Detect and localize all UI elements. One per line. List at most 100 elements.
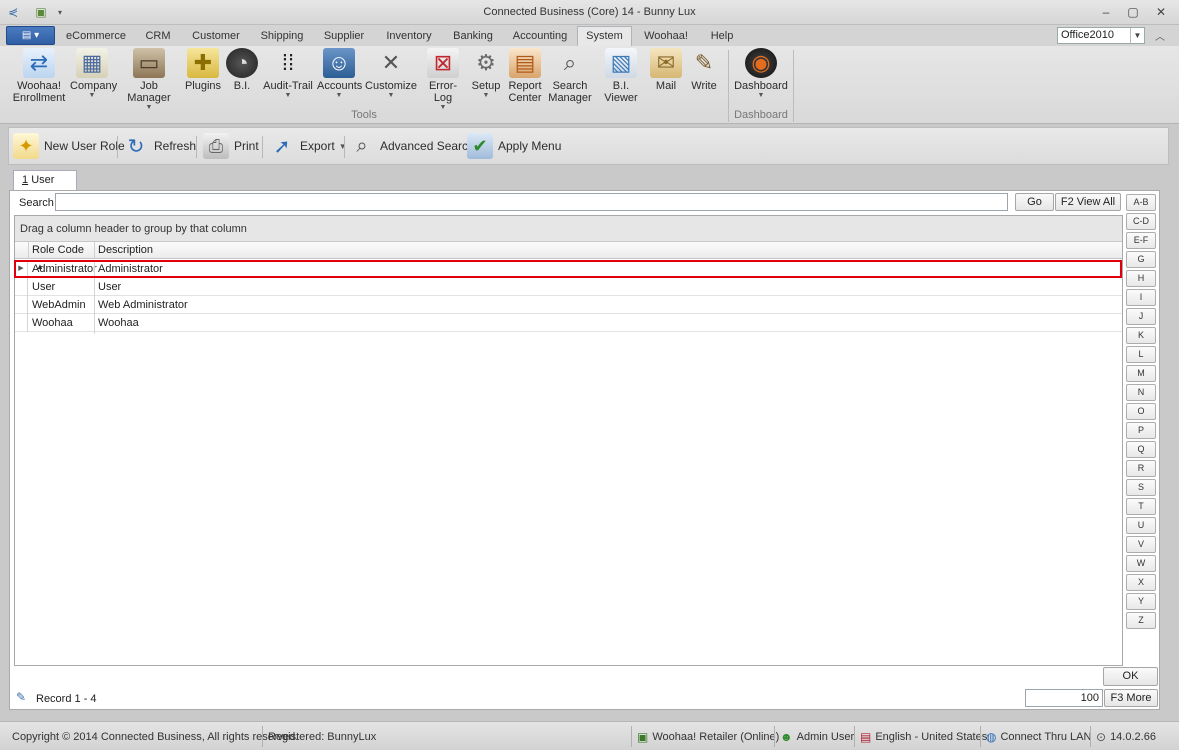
alpha-filter-button[interactable]: G [1126,251,1156,268]
table-row[interactable]: Woohaa Woohaa [15,314,1122,332]
apply-menu-button[interactable]: ✔ Apply Menu [467,131,561,161]
woohaa-enrollment-button[interactable]: ⇄ Woohaa! Enrollment [8,48,70,104]
tab-woohaa[interactable]: Woohaa! [638,28,694,46]
audit-trail-button[interactable]: ⁞⁞ Audit-Trail ▼ [262,48,314,100]
tab-ecommerce[interactable]: eCommerce [62,28,130,46]
tab-customer[interactable]: Customer [186,28,246,46]
group-label-dashboard: Dashboard [734,109,788,121]
toolbar-separator [344,136,345,158]
tab-accelerator: 1 [22,174,29,186]
alpha-filter-button[interactable]: A-B [1126,194,1156,211]
record-limit-input[interactable]: 100 [1025,689,1103,707]
alpha-filter-button[interactable]: P [1126,422,1156,439]
application-menu-button[interactable]: ▤ ▾ [6,26,55,45]
alpha-filter-button[interactable]: T [1126,498,1156,515]
minimize-icon[interactable]: – [1095,4,1117,20]
tab-inventory[interactable]: Inventory [378,28,440,46]
search-input[interactable] [55,193,1008,211]
go-button[interactable]: Go [1015,193,1054,211]
bi-viewer-button[interactable]: ▧ B.I. Viewer [597,48,645,104]
alpha-filter-button[interactable]: R [1126,460,1156,477]
edition-status[interactable]: ▣ Woohaa! Retailer (Online) [637,728,779,746]
table-row[interactable]: WebAdmin Web Administrator [15,296,1122,314]
alpha-filter-button[interactable]: S [1126,479,1156,496]
collapse-ribbon-icon[interactable]: ︿ [1155,28,1165,43]
column-header-description[interactable]: Description [95,242,1122,259]
chevron-down-icon: ▼ [387,92,395,99]
alpha-filter-button[interactable]: J [1126,308,1156,325]
alpha-filter-button[interactable]: W [1126,555,1156,572]
status-separator [262,726,263,747]
more-button[interactable]: F3 More [1104,689,1158,707]
description-cell[interactable]: User [95,278,695,296]
accounts-button[interactable]: ☺ Accounts ▼ [317,48,363,100]
description-cell[interactable]: Web Administrator [95,296,695,314]
advanced-search-button[interactable]: ⌕ Advanced Search [349,131,474,161]
role-code-cell[interactable]: WebAdmin [29,296,95,314]
role-code-cell[interactable]: User [29,278,95,296]
alpha-filter-button[interactable]: E-F [1126,232,1156,249]
alpha-filter-button[interactable]: Z [1126,612,1156,629]
write-button[interactable]: ✎ Write [687,48,721,93]
column-header-role-code[interactable]: Role Code ▲ [29,242,95,271]
ribbon-panel: ⇄ Woohaa! Enrollment ▦ Company ▼ ▭ Job Ma… [0,46,1179,124]
alpha-filter-button[interactable]: U [1126,517,1156,534]
alpha-filter-button[interactable]: L [1126,346,1156,363]
alpha-filter-button[interactable]: M [1126,365,1156,382]
tab-shipping[interactable]: Shipping [252,28,312,46]
refresh-button[interactable]: ↻ Refresh [123,131,196,161]
role-code-cell[interactable]: Woohaa [29,314,95,332]
company-icon: ▦ [76,48,108,78]
setup-button[interactable]: ⚙ Setup ▼ [470,48,502,100]
alpha-filter-button[interactable]: X [1126,574,1156,591]
tab-banking[interactable]: Banking [446,28,500,46]
alpha-filter-button[interactable]: N [1126,384,1156,401]
mail-button[interactable]: ✉ Mail [650,48,682,92]
tab-system[interactable]: System [577,26,632,47]
toolbar-separator [117,136,118,158]
alpha-filter-button[interactable]: Q [1126,441,1156,458]
search-manager-button[interactable]: ⌕ Search Manager [548,48,592,105]
tab-supplier[interactable]: Supplier [318,28,370,46]
tab-crm[interactable]: CRM [136,28,180,46]
customize-button[interactable]: ✕ Customize ▼ [365,48,417,100]
group-by-area[interactable]: Drag a column header to group by that co… [15,216,1122,242]
gear-icon: ⚙ [476,50,496,75]
export-button[interactable]: ➚ Export ▼ [269,131,347,161]
ok-button[interactable]: OK [1103,667,1158,686]
accounts-label: Accounts [317,80,363,92]
print-label: Print [234,139,259,153]
theme-select[interactable]: Office2010 ▼ [1057,27,1145,44]
table-row[interactable]: User User [15,278,1122,296]
company-button[interactable]: ▦ Company ▼ [70,48,117,100]
version-icon: ⊙ [1096,730,1107,744]
alpha-filter-button[interactable]: O [1126,403,1156,420]
language-status[interactable]: ▤ English - United States [860,728,987,746]
alpha-filter-button[interactable]: C-D [1126,213,1156,230]
new-user-role-button[interactable]: ✦ New User Role [13,131,125,161]
alpha-filter-button[interactable]: K [1126,327,1156,344]
view-all-button[interactable]: F2 View All [1055,193,1121,211]
alpha-filter-button[interactable]: H [1126,270,1156,287]
print-button[interactable]: ⎙ Print [203,131,259,161]
tab-accounting[interactable]: Accounting [506,28,574,46]
toolbar-separator [196,136,197,158]
close-icon[interactable]: ✕ [1150,4,1172,20]
job-manager-button[interactable]: ▭ Job Manager ▼ [119,48,179,112]
chevron-down-icon[interactable]: ▼ [1130,28,1144,43]
description-cell[interactable]: Woohaa [95,314,695,332]
tab-help[interactable]: Help [700,28,744,46]
dashboard-button[interactable]: ◉ Dashboard ▼ [734,48,788,100]
report-center-button[interactable]: ▤ Report Center [506,48,544,104]
connection-status[interactable]: ◍ Connect Thru LAN [986,728,1091,746]
alpha-filter-button[interactable]: V [1126,536,1156,553]
tab-user-role[interactable]: 1 User Role [13,170,77,205]
alpha-filter-button[interactable]: Y [1126,593,1156,610]
user-status[interactable]: ☻ Admin User [780,728,854,746]
error-log-button[interactable]: ⊠ Error-Log ▼ [420,48,466,112]
plugins-button[interactable]: ✚ Plugins [183,48,223,92]
maximize-icon[interactable]: ▢ [1122,4,1144,20]
row-indicator [15,296,28,314]
alpha-filter-button[interactable]: I [1126,289,1156,306]
bi-button[interactable]: ◔ B.I. [226,48,258,92]
